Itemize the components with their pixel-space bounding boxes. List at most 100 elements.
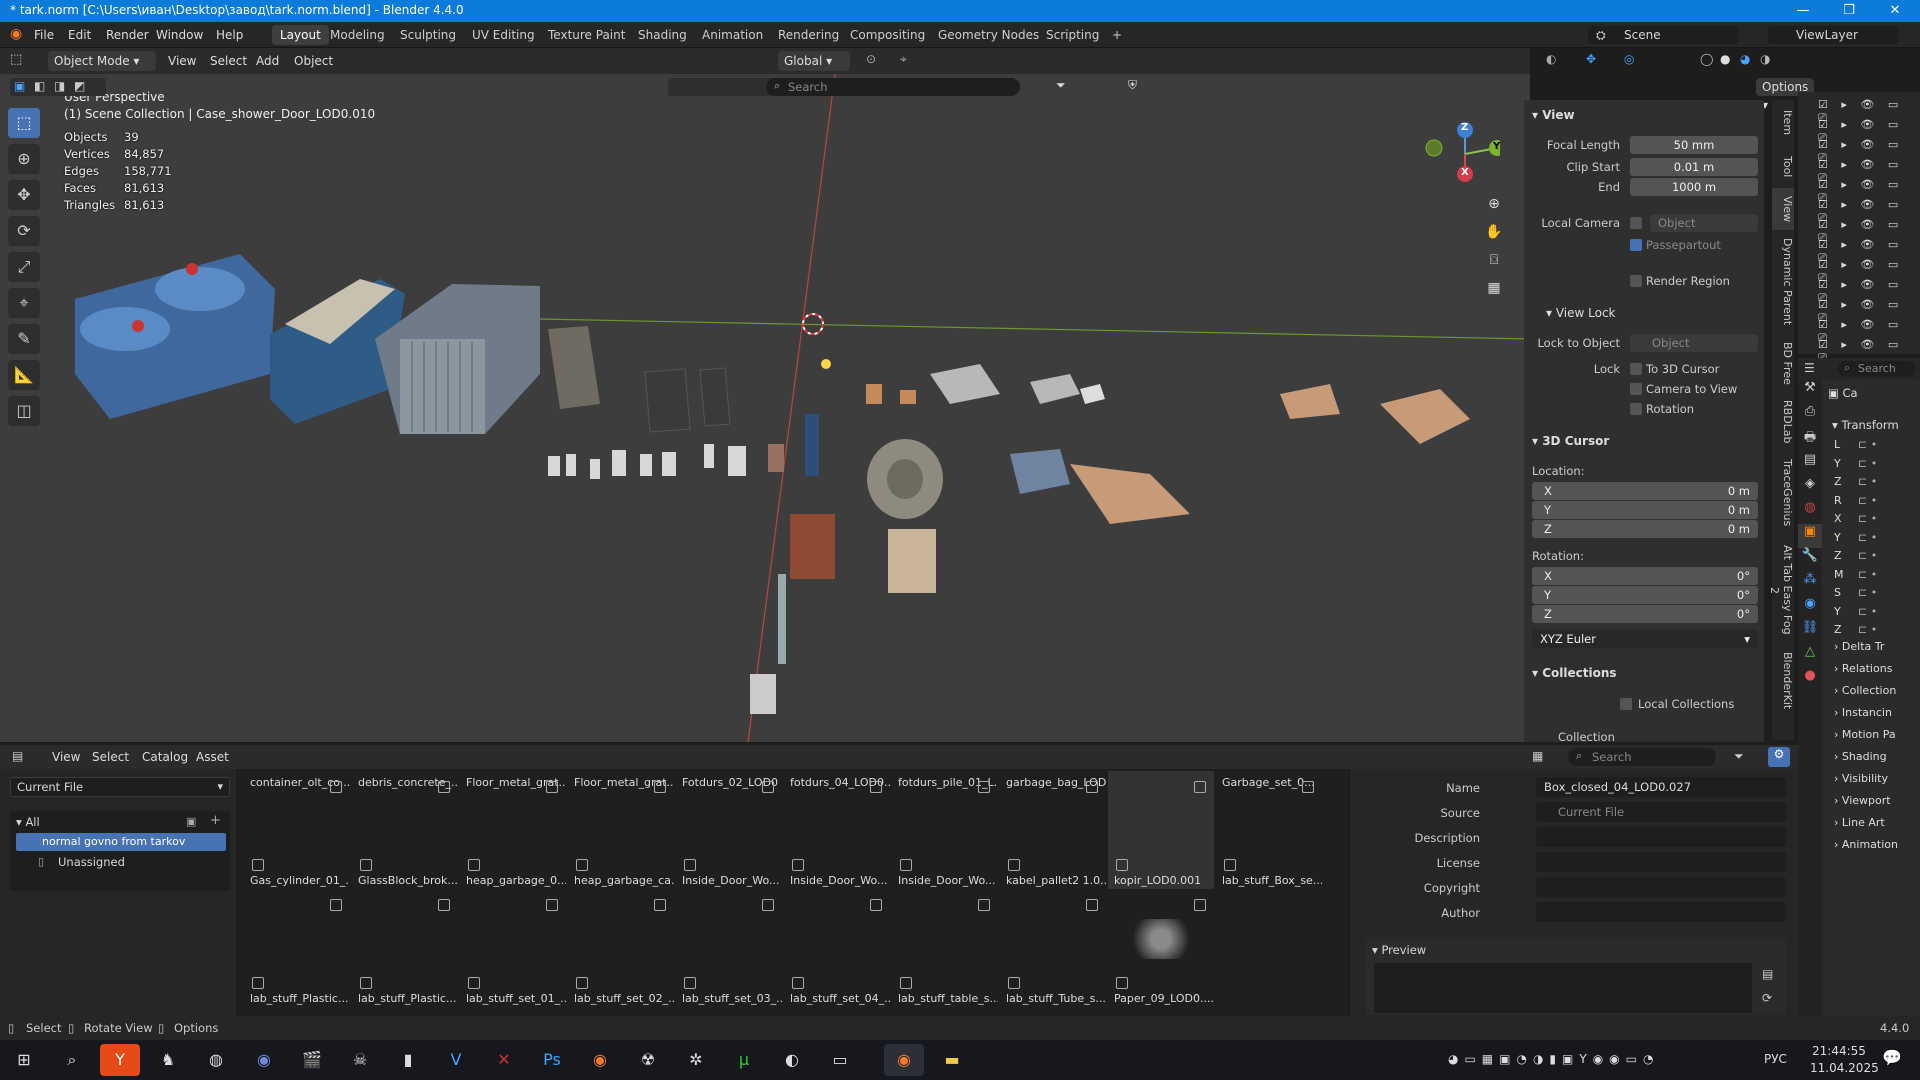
lock-icon[interactable]: ⊏ • [1858,549,1877,562]
passepartout-checkbox[interactable] [1630,239,1642,251]
asset-edit-icon[interactable] [438,899,450,911]
local-collections-checkbox[interactable] [1620,698,1632,710]
asset-checkbox[interactable] [360,859,372,871]
lock-icon[interactable]: ⊏ • [1858,531,1877,544]
asset-checkbox[interactable] [252,859,264,871]
property-section-header[interactable]: › Line Art [1828,816,1920,836]
asset-checkbox[interactable] [900,977,912,989]
app-x-icon[interactable]: ✕ [484,1044,524,1076]
file-icon[interactable]: ▮ [388,1044,428,1076]
lock-icon[interactable]: ⊏ • [1858,586,1877,599]
property-section-header[interactable]: › Shading [1828,750,1920,770]
asset-edit-icon[interactable] [438,781,450,793]
lock-icon[interactable]: ⊏ • [1858,512,1877,525]
app-icon[interactable]: ♞ [148,1044,188,1076]
asset-edit-icon[interactable] [870,899,882,911]
modifier-tab-icon[interactable]: 🔧 [1798,548,1822,572]
cursor-rotation-y[interactable]: Y 0° [1532,586,1758,604]
asset-edit-icon[interactable] [978,781,990,793]
asset-tile[interactable]: lab_stuff_set_04_... [784,889,890,1007]
asset-edit-icon[interactable] [762,781,774,793]
transform-row[interactable]: X ⊏ • [1828,512,1920,528]
editor-type-icon[interactable]: ☰ [1804,361,1815,375]
constraints-tab-icon[interactable]: ⛓ [1798,620,1822,644]
cursor-rotation-z[interactable]: Z 0° [1532,605,1758,623]
material-shading-icon[interactable]: ◕ [1740,52,1750,66]
asset-menu-catalog[interactable]: Catalog [142,747,188,767]
asset-search[interactable]: ⌕ Search [1568,748,1716,766]
particles-tab-icon[interactable]: ⁂ [1798,572,1822,596]
menu-help[interactable]: Help [216,28,243,42]
asset-checkbox[interactable] [1224,859,1236,871]
outliner-row[interactable]: ☑ ▸ 👁 ▭ ⎚ [1798,178,1920,204]
tab-easy-fog[interactable]: Alt Tab Easy Fog 2 [1768,534,1794,646]
lock-icon[interactable]: ⊏ • [1858,475,1877,488]
render-region-checkbox[interactable] [1630,275,1642,287]
yandex-browser-icon[interactable]: Y [100,1044,140,1076]
property-section-header[interactable]: › Collection [1828,684,1920,704]
menu-view[interactable]: View [168,51,196,71]
tab-view[interactable]: View [1772,188,1794,230]
outliner-row[interactable]: ☑ ▸ 👁 ▭ ⎚ [1798,338,1920,364]
asset-checkbox[interactable] [576,977,588,989]
viewport-search[interactable]: ⌕ Search [766,78,1020,96]
ortho-grid-icon[interactable]: ▦ [1482,280,1506,308]
3d-cursor-header[interactable]: ▾ 3D Cursor [1532,434,1609,448]
gear-app-icon[interactable]: ✲ [676,1044,716,1076]
menu-window[interactable]: Window [156,28,203,42]
asset-name-field[interactable]: Box_closed_04_LOD0.027 [1536,777,1786,797]
selection-mode-group[interactable]: ▣ ◧ ◨ ◩ [10,78,106,96]
collections-header[interactable]: ▾ Collections [1532,666,1617,680]
tab-dynamic-parent[interactable]: Dynamic Parent [1772,230,1794,334]
view-layer-tab-icon[interactable]: ▤ [1798,452,1822,476]
tab-modeling[interactable]: Modeling [322,25,393,45]
tab-rendering[interactable]: Rendering [770,25,847,45]
outliner-row[interactable]: ☑ ▸ 👁 ▭ ⎚ [1798,158,1920,184]
filter-icon[interactable]: ⏷ [1056,78,1066,93]
lock-icon[interactable]: ⊏ • [1858,494,1877,507]
menu-select[interactable]: Select [210,51,247,71]
shield-icon[interactable]: ⛨ [1128,78,1137,93]
asset-edit-icon[interactable] [1086,899,1098,911]
tab-layout[interactable]: Layout [272,25,329,45]
transform-row[interactable]: Z ⊏ • [1828,623,1920,639]
search-icon[interactable]: ⌕ [52,1044,92,1076]
menu-object[interactable]: Object [294,51,333,71]
language-indicator[interactable]: РУС [1764,1052,1787,1066]
refresh-preview-icon[interactable]: ⟳ [1762,991,1772,1005]
property-section-header[interactable]: › Instancin [1828,706,1920,726]
data-tab-icon[interactable]: △ [1798,644,1822,668]
scene-selector[interactable]: ⛭ Scene [1588,26,1738,44]
lock-to-object-field[interactable]: Object [1630,334,1758,352]
catalog-root[interactable]: ▾ All [16,815,40,829]
world-tab-icon[interactable]: ◍ [1798,500,1822,524]
close-button[interactable]: ✕ [1872,0,1918,22]
outliner-row[interactable]: ☑ ▸ 👁 ▭ ⎚ [1798,98,1920,124]
overlay-toggle-icon[interactable]: ◎ [1624,52,1634,66]
asset-edit-icon[interactable] [546,899,558,911]
solid-shading-icon[interactable]: ● [1720,52,1730,66]
object-name-field[interactable]: ▣ Ca [1828,386,1858,400]
asset-tile[interactable]: lab_stuff_Plastic... [352,889,458,1007]
outliner-row[interactable]: ☑ ▸ 👁 ▭ ⎚ [1798,118,1920,144]
asset-checkbox[interactable] [252,977,264,989]
rotation-mode-dropdown[interactable]: XYZ Euler ▾ [1532,630,1758,648]
asset-edit-icon[interactable] [330,899,342,911]
asset-edit-icon[interactable] [762,899,774,911]
cursor-tool-icon[interactable]: ⊕ [8,144,40,174]
lock-icon[interactable]: ⊏ • [1858,438,1877,451]
measure-tool-icon[interactable]: 📐 [8,360,40,390]
render-tab-icon[interactable]: ⎙ [1798,404,1822,428]
tab-tracegenius[interactable]: TraceGenius [1772,452,1794,534]
select-invert-icon[interactable]: ◩ [74,79,85,93]
scale-tool-icon[interactable]: ⤢ [8,252,40,282]
material-tab-icon[interactable]: ● [1798,668,1822,692]
rendered-shading-icon[interactable]: ◑ [1760,52,1770,66]
blender-taskbar-icon[interactable]: ◉ [884,1044,924,1076]
tab-blenderkit[interactable]: BlenderKit [1772,646,1794,716]
viewlayer-selector[interactable]: ViewLayer [1768,26,1898,44]
asset-tile[interactable]: lab_stuff_set_03_... [676,889,782,1007]
tab-rbdlab[interactable]: RBDLab [1772,392,1794,452]
add-cube-tool-icon[interactable]: ◫ [8,396,40,426]
clock-time[interactable]: 21:44:55 [1812,1044,1866,1058]
